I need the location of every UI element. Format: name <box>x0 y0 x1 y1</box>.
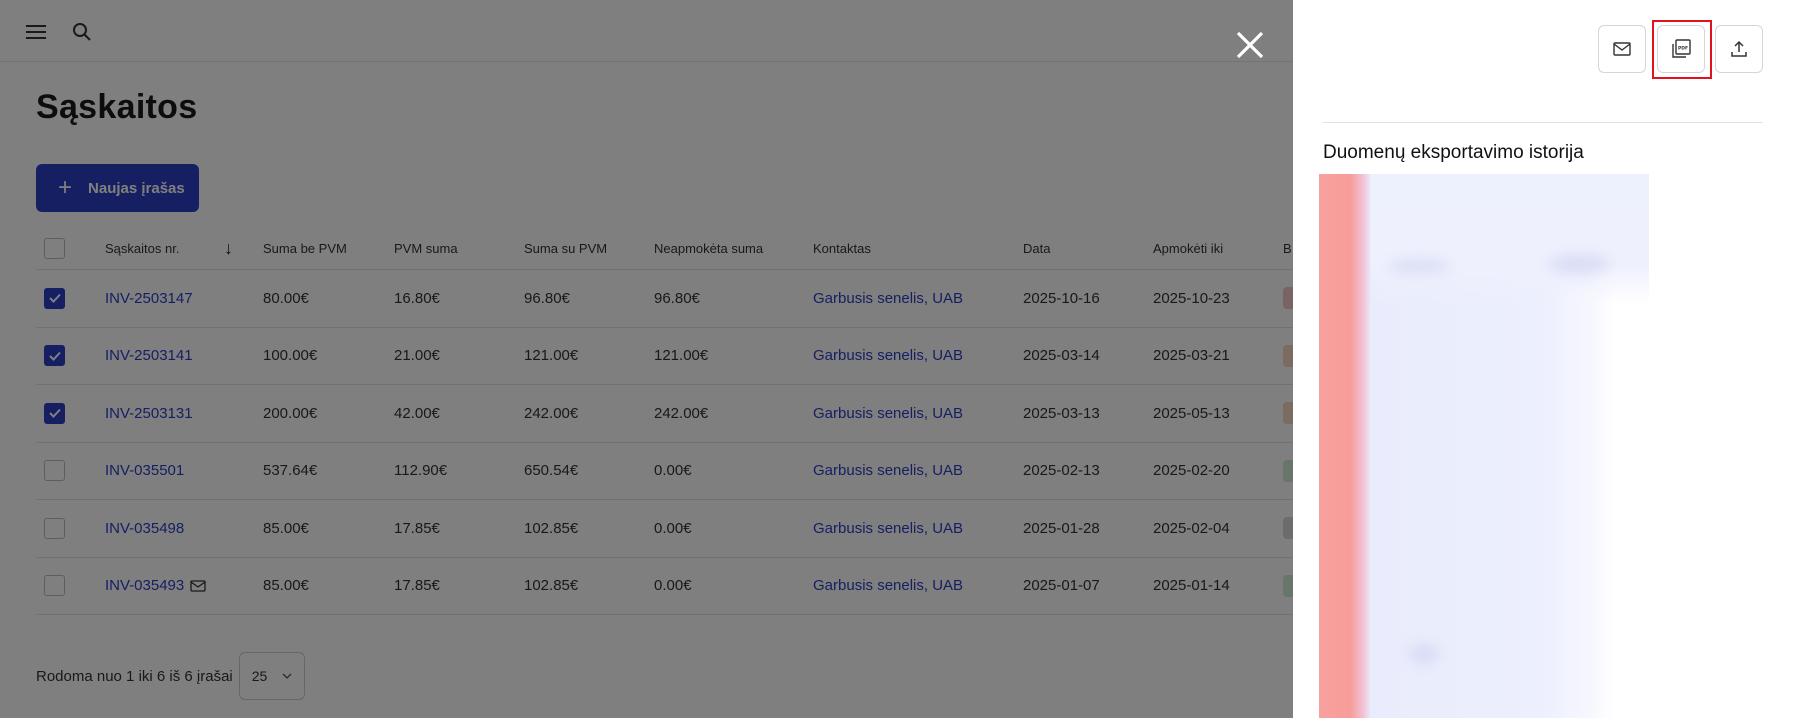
export-drawer: PDF Duomenų eksportavimo istorija <box>1293 0 1793 718</box>
svg-text:PDF: PDF <box>1678 46 1688 52</box>
divider <box>1323 122 1763 123</box>
upload-export-button[interactable] <box>1715 25 1763 73</box>
email-export-button[interactable] <box>1598 25 1646 73</box>
upload-icon <box>1731 40 1747 57</box>
export-history-title: Duomenų eksportavimo istorija <box>1323 142 1584 163</box>
pdf-icon: PDF <box>1672 39 1691 58</box>
close-icon[interactable] <box>1233 28 1267 62</box>
export-history-content-blurred <box>1319 174 1649 718</box>
mail-icon <box>1613 42 1631 56</box>
pdf-export-button[interactable]: PDF <box>1657 25 1705 73</box>
